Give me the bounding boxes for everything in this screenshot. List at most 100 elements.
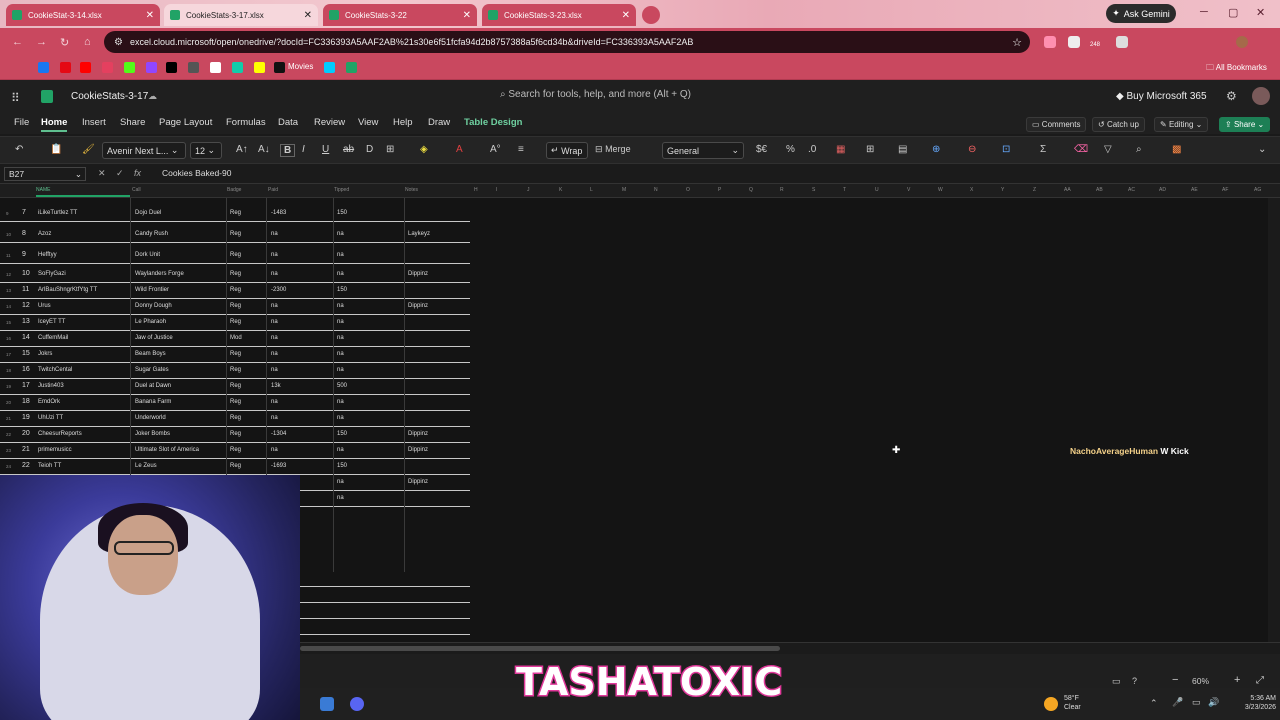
format-as-table-icon[interactable]: ⊞ [866, 144, 874, 155]
undo-icon[interactable]: ↶ [15, 144, 23, 155]
cell-paid[interactable]: na [271, 367, 278, 373]
cell-name[interactable]: primemusicc [38, 447, 72, 453]
column-letter[interactable]: AF [1222, 187, 1228, 193]
forward-icon[interactable]: → [36, 36, 47, 48]
cell-paid[interactable]: na [271, 415, 278, 421]
cell-call[interactable]: Candy Rush [135, 231, 168, 237]
column-letter[interactable]: R [780, 187, 784, 193]
column-letter[interactable]: O [686, 187, 690, 193]
tab-data[interactable]: Data [278, 117, 298, 128]
catch-up-button[interactable]: ↺ Catch up [1092, 117, 1145, 132]
column-letter[interactable]: AA [1064, 187, 1071, 193]
cell-badge[interactable]: Reg [230, 319, 241, 325]
extension-icon[interactable] [1068, 36, 1080, 48]
zoom-out-icon[interactable]: − [1172, 674, 1178, 686]
table-row[interactable]: 15 13 IceyET TT Le Pharaoh Reg na na [0, 315, 470, 331]
taskbar-clock[interactable]: 5:36 AM 3/23/2026 [1224, 694, 1276, 712]
cell-call[interactable]: Joker Bombs [135, 431, 170, 437]
decrease-font-icon[interactable]: A↓ [258, 144, 270, 155]
cell-name[interactable]: Hefftyy [38, 252, 57, 258]
cell-tipped[interactable]: na [337, 271, 344, 277]
facebook-icon[interactable] [38, 62, 49, 73]
tab-table-design[interactable]: Table Design [464, 117, 522, 128]
bold-icon[interactable]: B [280, 144, 296, 157]
column-letter[interactable]: N [654, 187, 658, 193]
cell-paid[interactable]: -1693 [271, 463, 286, 469]
cell-tipped[interactable]: 150 [337, 431, 347, 437]
notepad-icon[interactable] [320, 697, 334, 711]
saved-icon[interactable]: ☁ [148, 91, 157, 102]
tab-formulas[interactable]: Formulas [226, 117, 266, 128]
cell-badge[interactable]: Reg [230, 431, 241, 437]
column-letter[interactable]: H [474, 187, 478, 193]
kick-icon[interactable] [124, 62, 135, 73]
cell-name[interactable]: iLikeTurtlez TT [38, 210, 77, 216]
cell-badge[interactable]: Reg [230, 210, 241, 216]
cell-badge[interactable]: Reg [230, 287, 241, 293]
twitch-icon[interactable] [146, 62, 157, 73]
insert-cells-icon[interactable]: ⊕ [932, 144, 940, 155]
cell-paid[interactable]: 13k [271, 383, 281, 389]
cell-paid[interactable]: na [271, 399, 278, 405]
conditional-format-icon[interactable]: ▦ [836, 144, 845, 155]
cell-call[interactable]: Wild Frontier [135, 287, 169, 293]
column-letter[interactable]: J [527, 187, 530, 193]
maximize-icon[interactable]: ▢ [1228, 6, 1238, 19]
format-cells-icon[interactable]: ⊡ [1002, 144, 1010, 155]
tab-review[interactable]: Review [314, 117, 345, 128]
cell-notes[interactable]: Dippinz [408, 431, 428, 437]
extension-icon[interactable] [1116, 36, 1128, 48]
cell-paid[interactable]: na [271, 271, 278, 277]
cell-badge[interactable]: Mod [230, 335, 242, 341]
cell-badge[interactable]: Reg [230, 447, 241, 453]
cell-paid[interactable]: na [271, 252, 278, 258]
sort-filter-icon[interactable]: ▽ [1104, 144, 1112, 155]
find-icon[interactable]: ⌕ [1136, 144, 1142, 155]
table-row[interactable]: 21 19 UhUzi TT Underworld Reg na na [0, 411, 470, 427]
tab-view[interactable]: View [358, 117, 378, 128]
column-letter[interactable]: AC [1128, 187, 1135, 193]
instagram-icon[interactable] [102, 62, 113, 73]
cell-paid[interactable]: -1483 [271, 210, 286, 216]
cell-notes[interactable]: Dippinz [408, 303, 428, 309]
table-row[interactable]: 22 20 CheesurReports Joker Bombs Reg -1304 150… [0, 427, 470, 443]
tab-home[interactable]: Home [41, 117, 68, 132]
table-row[interactable]: 9 7 iLikeTurtlez TT Dojo Duel Reg -1483 150 [0, 206, 470, 222]
cell-name[interactable]: EmdOrk [38, 399, 60, 405]
format-painter-icon[interactable]: 🖌 [82, 144, 95, 155]
cell-badge[interactable]: Reg [230, 231, 241, 237]
cell-notes[interactable]: Dippinz [408, 447, 428, 453]
cell-tipped[interactable]: na [337, 319, 344, 325]
movies-icon[interactable] [274, 62, 285, 73]
bookmark-star-icon[interactable]: ☆ [1012, 36, 1022, 49]
column-letter[interactable]: AE [1191, 187, 1198, 193]
tab-insert[interactable]: Insert [82, 117, 106, 128]
column-letter[interactable]: AD [1159, 187, 1166, 193]
cell-paid[interactable]: -1304 [271, 431, 286, 437]
browser-tab-2[interactable]: CookieStats-3-17.xlsx ✕ [164, 4, 318, 26]
cell-name[interactable]: Urus [38, 303, 51, 309]
column-letter[interactable]: Q [749, 187, 753, 193]
table-row[interactable]: 13 11 ArlBauShngrKtfYtg TT Wild Frontier Reg… [0, 283, 470, 299]
table-row[interactable]: 17 15 Jokrs Beam Boys Reg na na [0, 347, 470, 363]
cell-name[interactable]: ArlBauShngrKtfYtg TT [38, 287, 97, 293]
cell-tipped[interactable]: na [337, 399, 344, 405]
new-tab-button[interactable] [642, 6, 660, 24]
home-icon[interactable]: ⌂ [84, 36, 91, 48]
cell-name[interactable]: Jokrs [38, 351, 52, 357]
underline-icon[interactable]: U [322, 144, 329, 155]
extension-icon[interactable] [1044, 36, 1056, 48]
user-avatar[interactable] [1252, 87, 1270, 105]
cell-notes[interactable]: Dippinz [408, 479, 428, 485]
table-row[interactable]: 12 10 SoFlyGazi Waylanders Forge Reg na na Dipp… [0, 267, 470, 283]
table-row[interactable]: 20 18 EmdOrk Banana Farm Reg na na [0, 395, 470, 411]
close-icon[interactable]: ✕ [622, 10, 630, 21]
settings-icon[interactable]: ⚙ [1226, 89, 1237, 103]
tab-draw[interactable]: Draw [428, 117, 450, 128]
cell-paid[interactable]: na [271, 231, 278, 237]
cell-badge[interactable]: Reg [230, 415, 241, 421]
cell-badge[interactable]: Reg [230, 252, 241, 258]
table-row[interactable]: 18 16 TwitchCental Sugar Gates Reg na na [0, 363, 470, 379]
ask-gemini-button[interactable]: ✦ Ask Gemini [1106, 4, 1176, 23]
cell-tipped[interactable]: na [337, 479, 344, 485]
